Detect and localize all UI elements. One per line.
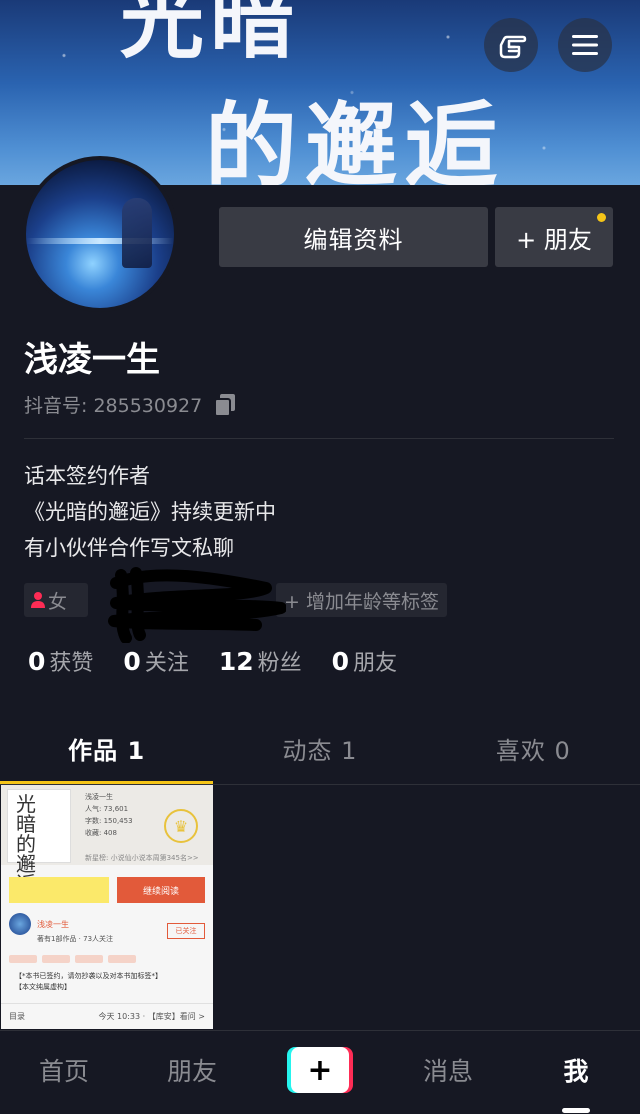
thumb-chips — [9, 955, 141, 963]
thumb-footer: 目录 今天 10:33 · 【库安】看问 > — [1, 1003, 213, 1029]
thumb-chip — [42, 955, 70, 963]
notification-dot — [597, 213, 606, 222]
active-tab-indicator — [0, 781, 213, 784]
thumb-note-line: 【本文纯属虚构】 — [15, 983, 71, 991]
bottom-nav: 首页 朋友 + 消息 我 — [0, 1030, 640, 1114]
thumb-rank: 新星榜: 小说仙小说本周第345名>> — [85, 854, 199, 862]
thumb-stat: 字数: 150,453 — [85, 817, 133, 825]
douyin-id-text: 抖音号: 285530927 — [24, 395, 203, 417]
douyin-id-row: 抖音号: 285530927 — [24, 391, 238, 418]
thumb-continue-read: 继续阅读 — [117, 877, 205, 903]
stat-number: 0 — [331, 647, 350, 676]
thumb-yellow-button — [9, 877, 109, 903]
thumb-stat: 人气: 73,601 — [85, 805, 129, 813]
gender-label: 女 — [48, 590, 68, 613]
stats-row: 0 获赞 0 关注 12 粉丝 0 朋友 — [28, 645, 427, 677]
stat-likes[interactable]: 0 获赞 — [28, 645, 93, 677]
stat-label: 粉丝 — [257, 651, 302, 676]
thumb-note: 【*本书已签约，请勿抄袭以及对本书加标签*】 【本文纯属虚构】 — [15, 971, 162, 993]
add-friend-label: + 朋友 — [516, 225, 592, 254]
thumb-mini-name: 浅凌一生 — [37, 920, 69, 929]
crown-icon: ♛ — [164, 809, 198, 843]
redacted-tag — [98, 567, 286, 643]
copy-icon[interactable] — [212, 392, 238, 418]
home-indicator — [562, 1108, 590, 1113]
plus-icon: + — [291, 1047, 349, 1093]
stat-number: 0 — [28, 647, 46, 676]
stat-number: 12 — [218, 647, 254, 676]
hand-pointer-icon — [499, 35, 527, 59]
stat-label: 朋友 — [353, 651, 398, 676]
bio-line: 有小伙伴合作写文私聊 — [24, 536, 234, 560]
stat-followers[interactable]: 12 粉丝 — [219, 645, 302, 677]
thumb-info: 浅凌一生 人气: 73,601 字数: 150,453 收藏: 408 — [85, 791, 133, 839]
banner-title-line2: 的邂逅 — [205, 92, 506, 185]
stat-label: 关注 — [144, 651, 189, 676]
create-button[interactable]: + — [287, 1047, 353, 1093]
divider — [24, 438, 614, 439]
stat-label: 获赞 — [49, 651, 94, 676]
menu-button[interactable] — [558, 18, 612, 72]
edit-profile-button[interactable]: 编辑资料 — [219, 207, 488, 267]
redaction-scribble — [108, 567, 286, 643]
stat-friends[interactable]: 0 朋友 — [332, 645, 397, 677]
thumb-footer-left: 目录 — [9, 1012, 25, 1021]
nav-create[interactable]: + — [256, 1031, 384, 1109]
thumb-book-cover: 光暗的邂逅 — [7, 789, 71, 894]
thumb-follow-badge: 已关注 — [167, 923, 205, 939]
thumb-note-line: 【*本书已签约，请勿抄袭以及对本书加标签*】 — [15, 972, 162, 980]
bio-line: 话本签约作者 — [24, 464, 150, 488]
thumb-chip — [9, 955, 37, 963]
tab-likes[interactable]: 喜欢 0 — [427, 712, 640, 784]
nav-home[interactable]: 首页 — [0, 1031, 128, 1109]
stat-following[interactable]: 0 关注 — [123, 645, 188, 677]
gender-tag: 女 — [24, 583, 88, 617]
bio: 话本签约作者 《光暗的邂逅》持续更新中 有小伙伴合作写文私聊 — [24, 458, 276, 566]
female-icon — [31, 592, 45, 608]
bio-line: 《光暗的邂逅》持续更新中 — [24, 500, 276, 524]
tab-works[interactable]: 作品 1 — [0, 712, 213, 784]
thumb-author: 浅凌一生 — [85, 793, 113, 801]
hand-pointer-button[interactable] — [484, 18, 538, 72]
content-tabs: 作品 1 动态 1 喜欢 0 — [0, 712, 640, 785]
thumb-mini-avatar — [9, 913, 31, 935]
nav-me[interactable]: 我 — [512, 1031, 640, 1109]
thumb-chip — [75, 955, 103, 963]
video-thumbnail[interactable]: 光暗的邂逅 浅凌一生 人气: 73,601 字数: 150,453 收藏: 40… — [1, 785, 213, 1029]
thumb-stat: 收藏: 408 — [85, 829, 117, 837]
stat-number: 0 — [123, 647, 141, 676]
nav-messages[interactable]: 消息 — [384, 1031, 512, 1109]
nav-friends[interactable]: 朋友 — [128, 1031, 256, 1109]
menu-icon — [572, 35, 598, 55]
thumb-chip — [108, 955, 136, 963]
banner-title-line1: 光暗 — [120, 0, 301, 70]
profile-tags: 女 + 增加年龄等标签 — [24, 567, 457, 643]
thumb-mini-sub: 著有1部作品 · 73人关注 — [37, 935, 114, 943]
thumb-footer-right: 今天 10:33 · 【库安】看问 > — [98, 1012, 205, 1021]
username: 浅凌一生 — [24, 340, 160, 380]
avatar[interactable] — [22, 156, 178, 312]
avatar-figure — [122, 198, 152, 268]
add-tag-button[interactable]: + 增加年龄等标签 — [276, 583, 447, 617]
add-friend-button[interactable]: + 朋友 — [495, 207, 613, 267]
tab-updates[interactable]: 动态 1 — [213, 712, 426, 784]
